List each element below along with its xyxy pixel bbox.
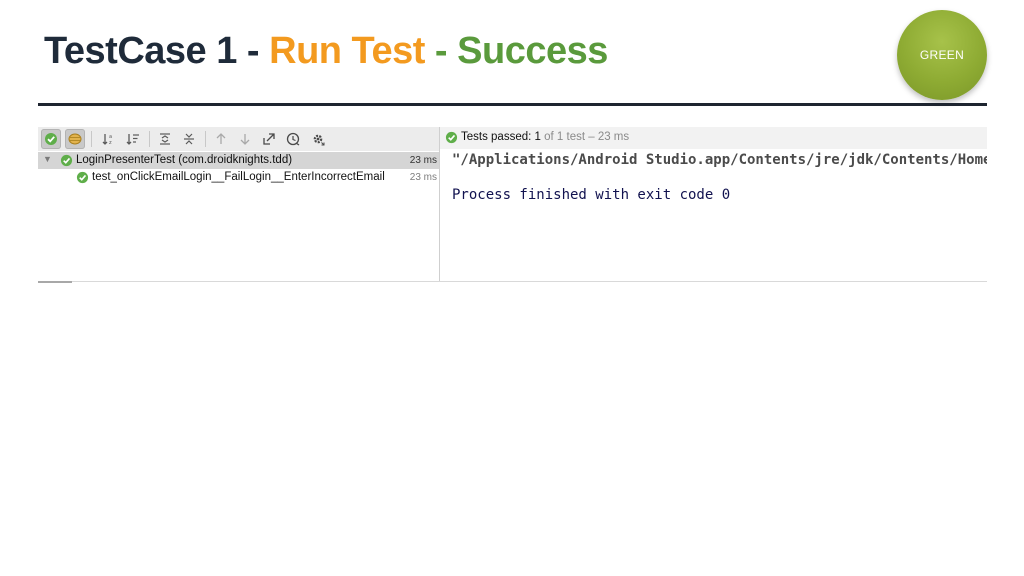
tree-row-test[interactable]: test_onClickEmailLogin__FailLogin__Enter… — [38, 169, 439, 186]
green-status-badge: GREEN — [897, 10, 987, 100]
svg-text:z: z — [109, 140, 112, 146]
show-passed-icon[interactable] — [41, 129, 61, 149]
export-results-icon[interactable] — [259, 129, 279, 149]
test-label: test_onClickEmailLogin__FailLogin__Enter… — [92, 171, 385, 183]
test-status-bar: Tests passed: 1 of 1 test – 23 ms — [440, 127, 987, 149]
title-divider — [38, 103, 987, 106]
sort-by-duration-icon[interactable] — [123, 129, 143, 149]
title-testcase: TestCase 1 - — [44, 30, 270, 72]
test-history-icon[interactable] — [283, 129, 303, 149]
panel-bottom-border — [38, 281, 987, 282]
passed-check-icon — [445, 131, 458, 147]
sort-alphabetically-icon[interactable]: az — [99, 129, 119, 149]
toolbar-separator — [205, 131, 206, 147]
test-results-tree: ▼ LoginPresenterTest (com.droidknights.t… — [38, 151, 439, 282]
test-runner-panel: az ▼ LoginPresenterTest (com.droidknight… — [38, 127, 987, 282]
passed-check-icon — [76, 171, 89, 187]
status-text: Tests passed: 1 of 1 test – 23 ms — [461, 131, 629, 143]
title-run-test: Run Test — [269, 30, 425, 72]
expand-all-icon[interactable] — [155, 129, 175, 149]
collapse-all-icon[interactable] — [179, 129, 199, 149]
settings-gear-icon[interactable] — [308, 129, 328, 149]
status-prefix: Tests passed: — [461, 131, 535, 143]
toolbar-separator — [91, 131, 92, 147]
collapse-triangle-icon[interactable]: ▼ — [43, 154, 52, 164]
slide-title: TestCase 1 - Run Test - Success — [44, 30, 608, 73]
next-failed-icon[interactable] — [235, 129, 255, 149]
horizontal-scrollbar[interactable] — [38, 281, 72, 283]
badge-label: GREEN — [919, 48, 965, 62]
show-ignored-icon[interactable] — [65, 129, 85, 149]
title-separator: - — [424, 30, 458, 72]
passed-check-icon — [60, 154, 73, 170]
console-output[interactable]: "/Applications/Android Studio.app/Conten… — [440, 149, 987, 282]
title-success: Success — [457, 30, 608, 72]
status-suffix: of 1 test – 23 ms — [540, 131, 630, 143]
toolbar-separator — [149, 131, 150, 147]
suite-duration: 23 ms — [409, 155, 437, 166]
suite-label: LoginPresenterTest (com.droidknights.tdd… — [76, 154, 293, 166]
console-exit-line: Process finished with exit code 0 — [452, 187, 731, 203]
console-command-line: "/Applications/Android Studio.app/Conten… — [452, 152, 987, 168]
tree-row-suite[interactable]: ▼ LoginPresenterTest (com.droidknights.t… — [38, 152, 439, 169]
test-duration: 23 ms — [409, 172, 437, 183]
previous-failed-icon[interactable] — [211, 129, 231, 149]
test-runner-toolbar: az — [38, 127, 439, 152]
